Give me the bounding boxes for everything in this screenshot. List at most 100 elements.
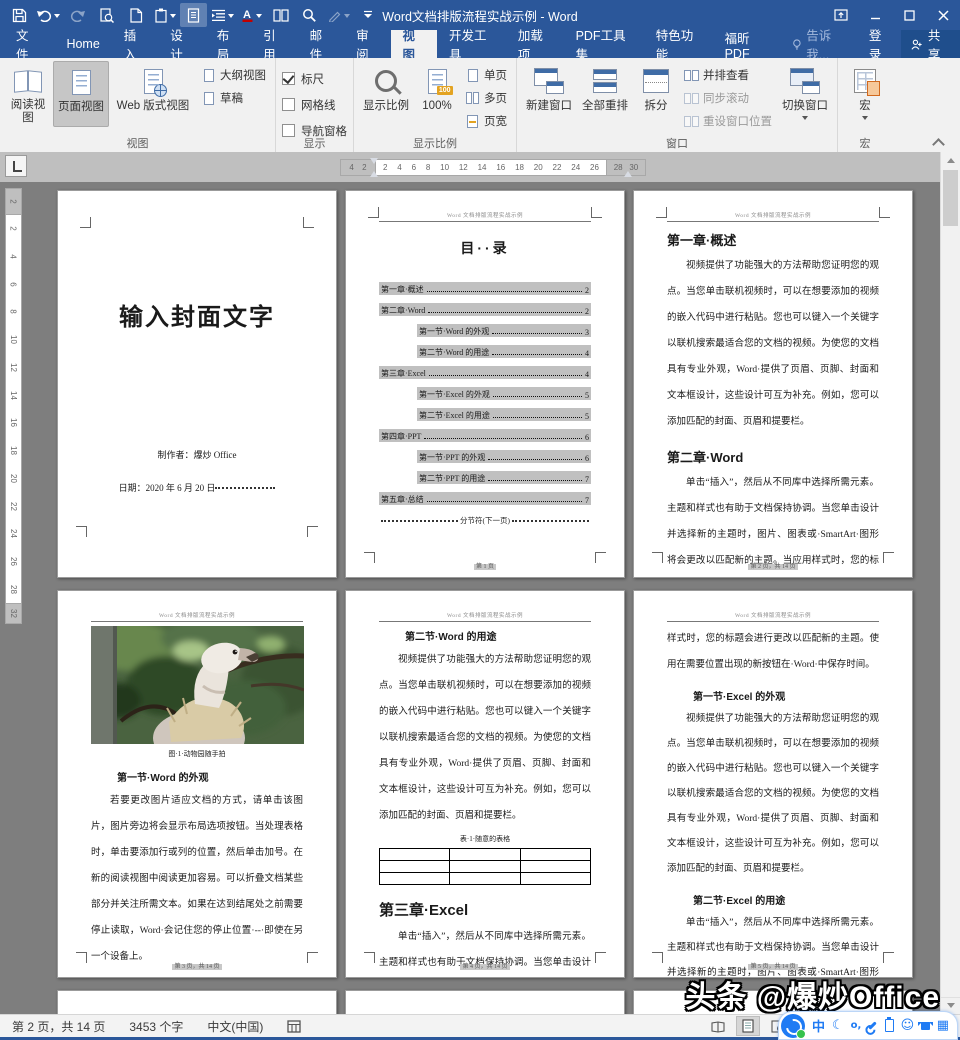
view-shortcut-read[interactable] bbox=[706, 1016, 730, 1036]
toc-entry[interactable]: 第五章·总结7 bbox=[379, 492, 591, 505]
ruler-number: 10 bbox=[9, 335, 18, 344]
tab-design[interactable]: 设计 bbox=[158, 30, 204, 58]
table-cell[interactable] bbox=[450, 873, 520, 885]
read-view-button[interactable]: 阅读视图 bbox=[5, 61, 51, 127]
paragraph-dropdown-arrow[interactable] bbox=[228, 14, 234, 21]
scroll-up-button[interactable] bbox=[941, 152, 960, 168]
right-indent-marker[interactable] bbox=[624, 167, 632, 177]
tab-references[interactable]: 引用 bbox=[251, 30, 297, 58]
print-preview-button[interactable] bbox=[93, 3, 120, 27]
arrange-all-button[interactable]: 全部重排 bbox=[578, 61, 632, 127]
new-window-button[interactable]: 新建窗口 bbox=[522, 61, 576, 127]
web-layout-button[interactable]: Web 版式视图 bbox=[111, 61, 195, 127]
table-cell[interactable] bbox=[521, 873, 591, 885]
tab-mailings[interactable]: 邮件 bbox=[298, 30, 344, 58]
macros-button[interactable]: 宏 bbox=[843, 61, 887, 127]
reading-mode-button[interactable] bbox=[180, 3, 207, 27]
gridlines-checkbox[interactable]: 网格线 bbox=[282, 93, 347, 116]
one-page-button[interactable]: 单页 bbox=[462, 65, 510, 85]
paste-button[interactable] bbox=[151, 3, 178, 27]
undo-button[interactable] bbox=[35, 3, 62, 27]
toc-entry[interactable]: 第三章·Excel4 bbox=[379, 366, 591, 379]
ime-wrench-icon[interactable] bbox=[869, 1021, 878, 1030]
new-document-button[interactable] bbox=[122, 3, 149, 27]
table-cell[interactable] bbox=[450, 861, 520, 873]
table-cell[interactable] bbox=[521, 849, 591, 861]
ime-moon-icon[interactable]: ☾ bbox=[832, 1018, 844, 1033]
search-button[interactable] bbox=[296, 3, 323, 27]
table-cell[interactable] bbox=[380, 849, 450, 861]
outline-view-button[interactable]: 大纲视图 bbox=[198, 65, 269, 85]
gridlines-checkbox-box[interactable] bbox=[282, 98, 295, 111]
toc-entry[interactable]: 第二章·Word2 bbox=[379, 303, 591, 316]
toc-entry[interactable]: 第二节·Excel 的用途5 bbox=[417, 408, 591, 421]
tab-file[interactable]: 文件 bbox=[0, 30, 54, 58]
paragraph-settings-button[interactable] bbox=[209, 3, 236, 27]
ruler-checkbox[interactable]: 标尺 bbox=[282, 67, 347, 90]
tab-view[interactable]: 视图 bbox=[391, 30, 437, 58]
multiple-pages-button[interactable]: 多页 bbox=[462, 88, 510, 108]
toc-entry[interactable]: 第四章·PPT6 bbox=[379, 429, 591, 442]
ime-grid-icon[interactable]: ▦ bbox=[937, 1018, 949, 1033]
status-word-count[interactable]: 3453 个字 bbox=[117, 1018, 195, 1035]
ime-logo-icon[interactable] bbox=[781, 1014, 805, 1038]
view-side-by-side-button[interactable]: 并排查看 bbox=[681, 65, 775, 85]
toc-entry[interactable]: 第一节·Word 的外观3 bbox=[417, 324, 591, 337]
ime-mode-chinese[interactable]: 中 bbox=[812, 1016, 825, 1035]
maximize-button[interactable] bbox=[892, 0, 926, 30]
switch-windows-dropdown-arrow[interactable] bbox=[802, 116, 808, 123]
zoom-100-button[interactable]: 100 100% bbox=[415, 61, 459, 127]
tab-developer[interactable]: 开发工具 bbox=[437, 30, 506, 58]
toc-entry[interactable]: 第一节·PPT 的外观6 bbox=[417, 450, 591, 463]
macros-dropdown-arrow[interactable] bbox=[862, 116, 868, 123]
tab-foxit-pdf[interactable]: 福昕PDF bbox=[713, 30, 782, 58]
customize-qat-button[interactable] bbox=[354, 3, 381, 27]
ime-clipboard-icon[interactable] bbox=[885, 1019, 894, 1032]
cover-author: 制作者：爆炒 Office bbox=[91, 448, 303, 461]
scrollbar-thumb[interactable] bbox=[943, 170, 958, 226]
tab-stop-selector[interactable] bbox=[5, 155, 27, 177]
toc-entry[interactable]: 第二节·PPT 的用途7 bbox=[417, 471, 591, 484]
tab-special-features[interactable]: 特色功能 bbox=[644, 30, 713, 58]
save-button[interactable] bbox=[6, 3, 33, 27]
table-cell[interactable] bbox=[380, 861, 450, 873]
table-cell[interactable] bbox=[450, 849, 520, 861]
tab-review[interactable]: 审阅 bbox=[344, 30, 390, 58]
switch-windows-button[interactable]: 切换窗口 bbox=[778, 61, 832, 127]
tab-pdf-toolset[interactable]: PDF工具集 bbox=[564, 30, 644, 58]
table-cell[interactable] bbox=[380, 873, 450, 885]
two-pages-button[interactable] bbox=[267, 3, 294, 27]
undo-dropdown-arrow[interactable] bbox=[54, 14, 60, 21]
ime-punctuation[interactable]: o, bbox=[851, 1020, 862, 1031]
tab-home[interactable]: Home bbox=[54, 30, 111, 58]
hanging-indent-marker[interactable] bbox=[370, 167, 378, 177]
zoom-button[interactable]: 显示比例 bbox=[359, 61, 413, 127]
draft-view-button[interactable]: 草稿 bbox=[198, 88, 269, 108]
print-layout-button[interactable]: 页面视图 bbox=[53, 61, 109, 127]
toc-entry[interactable]: 第一章·概述2 bbox=[379, 282, 591, 295]
macro-recording-button[interactable] bbox=[275, 1020, 313, 1033]
tab-insert[interactable]: 插入 bbox=[112, 30, 158, 58]
tab-layout[interactable]: 布局 bbox=[205, 30, 251, 58]
split-button[interactable]: 拆分 bbox=[634, 61, 678, 127]
sign-in-button[interactable]: 登录 bbox=[859, 30, 901, 58]
font-color-button[interactable]: A bbox=[238, 3, 265, 27]
tell-me-button[interactable]: 告诉我... bbox=[782, 30, 859, 58]
toc-entry[interactable]: 第二节·Word 的用途4 bbox=[417, 345, 591, 358]
page-width-button[interactable]: 页宽 bbox=[462, 111, 510, 131]
ime-skin-icon[interactable] bbox=[921, 1022, 930, 1030]
vertical-scrollbar[interactable] bbox=[940, 152, 960, 1014]
view-shortcut-print-layout[interactable] bbox=[736, 1016, 760, 1036]
tab-addins[interactable]: 加载项 bbox=[506, 30, 564, 58]
toc-entry[interactable]: 第一节·Excel 的外观5 bbox=[417, 387, 591, 400]
ime-emoji-icon[interactable]: ☺ bbox=[901, 1018, 915, 1033]
share-button[interactable]: 共享 bbox=[901, 30, 960, 58]
font-color-dropdown-arrow[interactable] bbox=[256, 14, 262, 21]
status-language[interactable]: 中文(中国) bbox=[195, 1018, 275, 1035]
status-page-count[interactable]: 第 2 页，共 14 页 bbox=[0, 1018, 117, 1035]
sample-table[interactable] bbox=[379, 848, 591, 885]
collapse-ribbon-button[interactable] bbox=[928, 135, 948, 149]
table-cell[interactable] bbox=[521, 861, 591, 873]
paste-dropdown-arrow[interactable] bbox=[170, 14, 176, 21]
ruler-checkbox-box[interactable] bbox=[282, 72, 295, 85]
